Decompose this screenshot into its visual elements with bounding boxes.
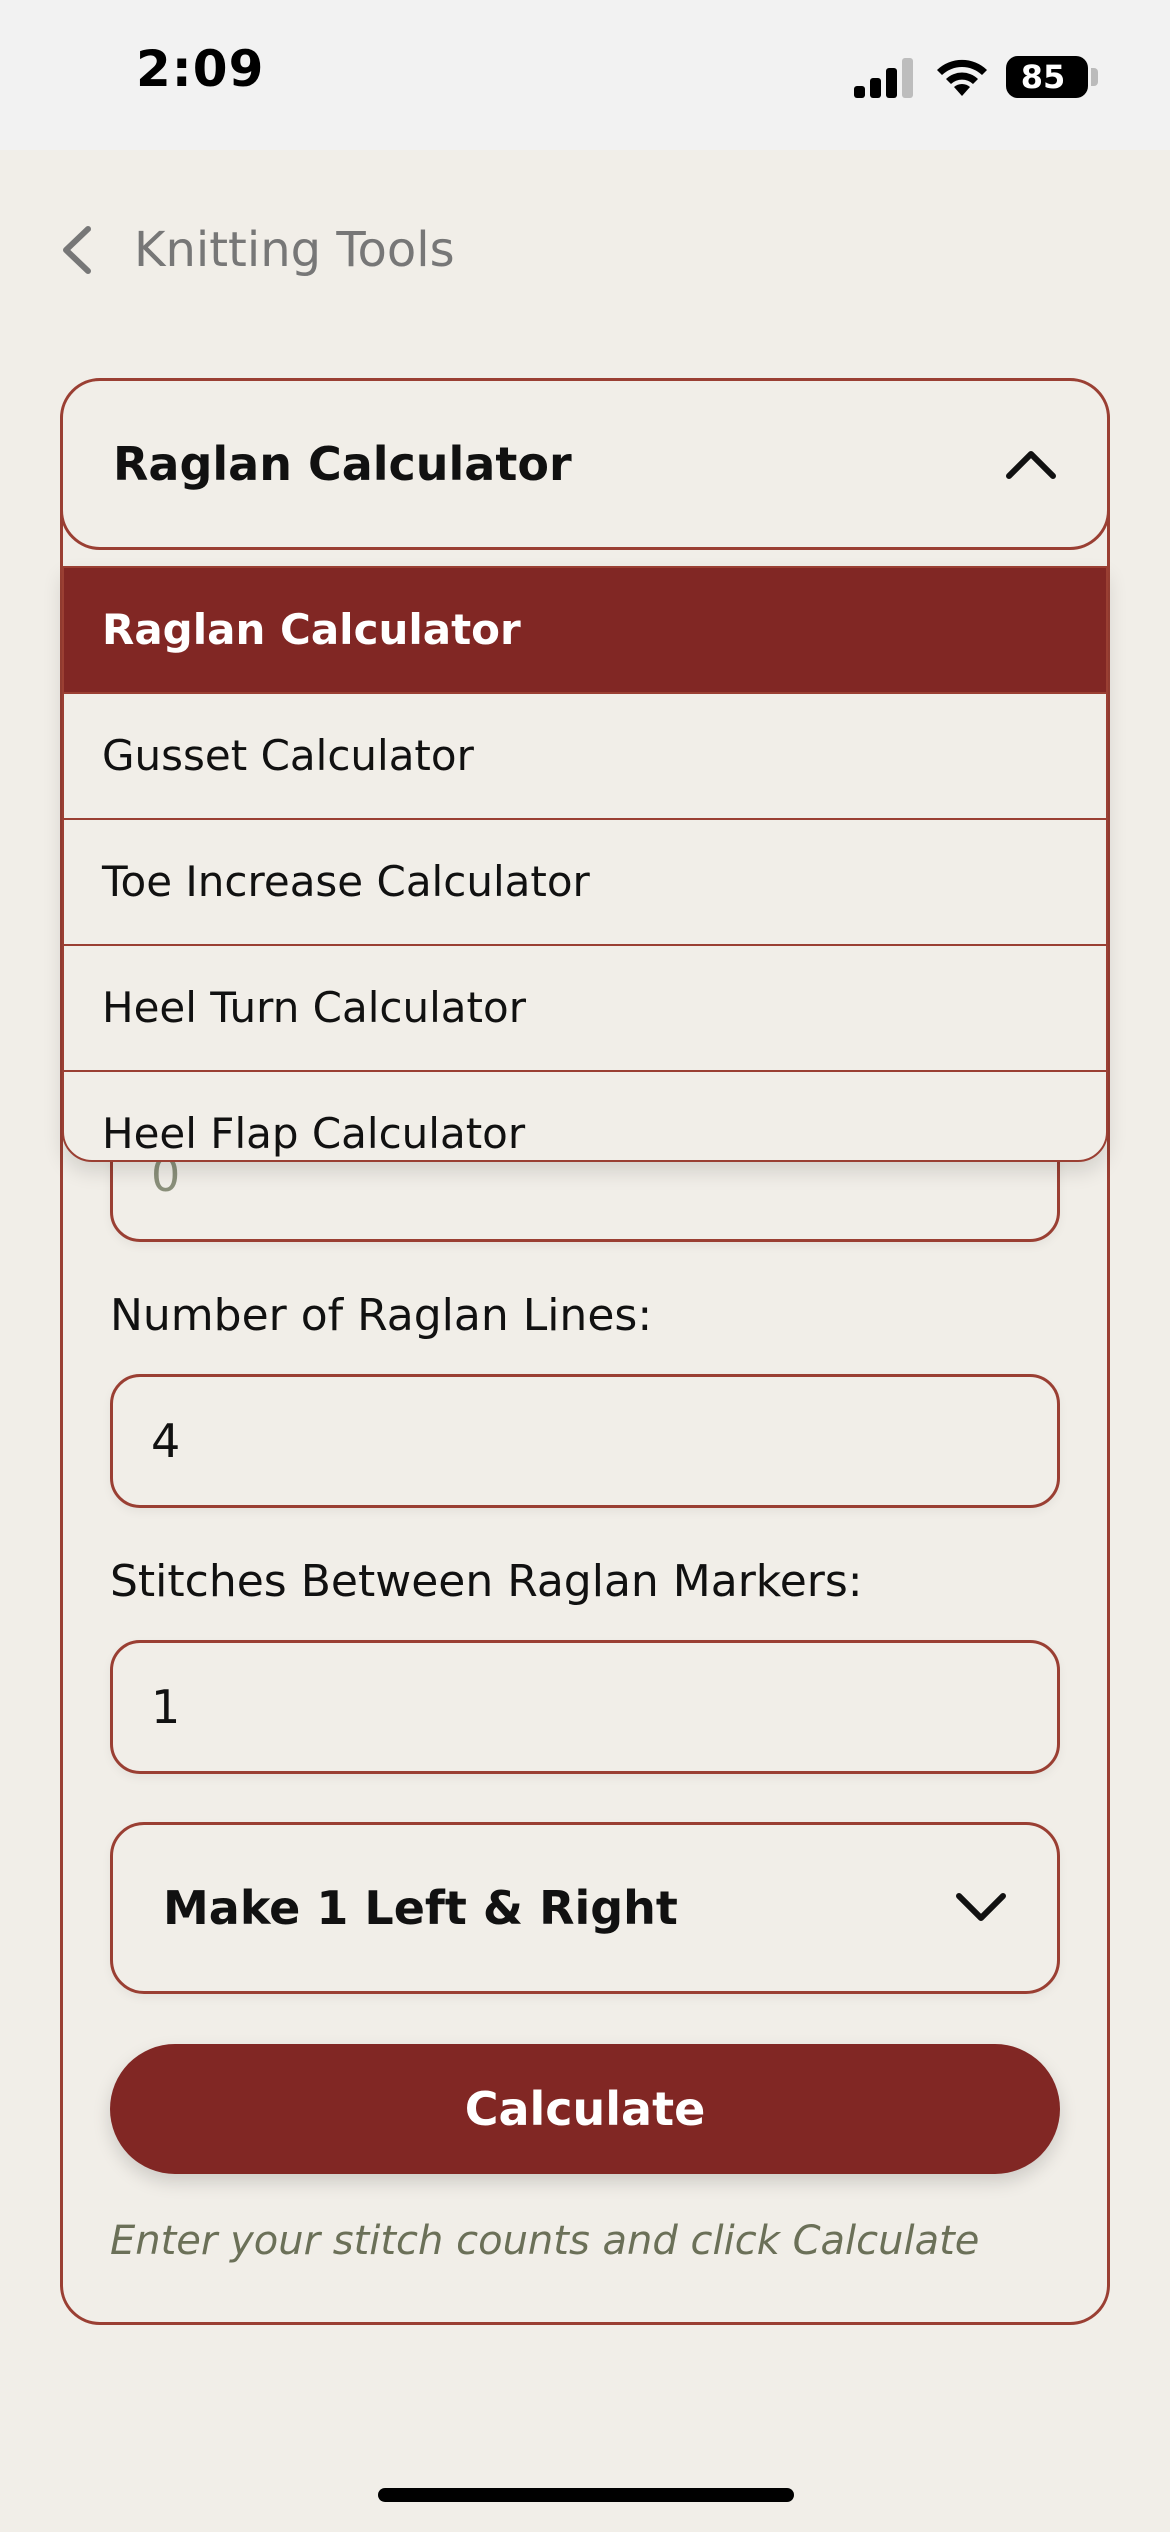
chevron-left-icon [63, 226, 91, 274]
increase-method-value: Make 1 Left & Right [163, 1881, 678, 1935]
dropdown-option-heel-flap[interactable]: Heel Flap Calculator [64, 1072, 1106, 1160]
status-time: 2:09 [136, 40, 265, 98]
dropdown-option-gusset[interactable]: Gusset Calculator [64, 694, 1106, 820]
dropdown-option-toe-increase[interactable]: Toe Increase Calculator [64, 820, 1106, 946]
chevron-up-icon [1006, 451, 1056, 479]
screen: 2:09 85 Knitting Tools Raglan Calculator… [0, 0, 1170, 2532]
stitches-between-label: Stitches Between Raglan Markers: [110, 1556, 863, 1607]
calculator-dropdown-menu: Raglan Calculator Gusset Calculator Toe … [62, 566, 1108, 1162]
calculator-type-select[interactable]: Raglan Calculator [60, 378, 1110, 550]
back-button[interactable]: Knitting Tools [58, 210, 455, 290]
signal-icon [854, 58, 913, 98]
chevron-down-icon [956, 1893, 1006, 1921]
raglan-lines-label: Number of Raglan Lines: [110, 1290, 653, 1341]
battery-icon: 85 [1006, 56, 1098, 98]
calculator-type-value: Raglan Calculator [113, 437, 572, 491]
battery-level: 85 [1020, 58, 1066, 96]
hint-text: Enter your stitch counts and click Calcu… [110, 2218, 980, 2264]
battery-tip [1091, 68, 1098, 86]
raglan-lines-input[interactable]: 4 [110, 1374, 1060, 1508]
dropdown-option-heel-turn[interactable]: Heel Turn Calculator [64, 946, 1106, 1072]
back-label: Knitting Tools [134, 222, 455, 278]
wifi-icon [937, 59, 987, 96]
home-indicator[interactable] [378, 2488, 794, 2502]
stitches-between-input[interactable]: 1 [110, 1640, 1060, 1774]
dropdown-option-raglan[interactable]: Raglan Calculator [64, 568, 1106, 694]
increase-method-select[interactable]: Make 1 Left & Right [110, 1822, 1060, 1994]
calculate-button[interactable]: Calculate [110, 2044, 1060, 2174]
status-bar: 2:09 85 [0, 0, 1170, 150]
